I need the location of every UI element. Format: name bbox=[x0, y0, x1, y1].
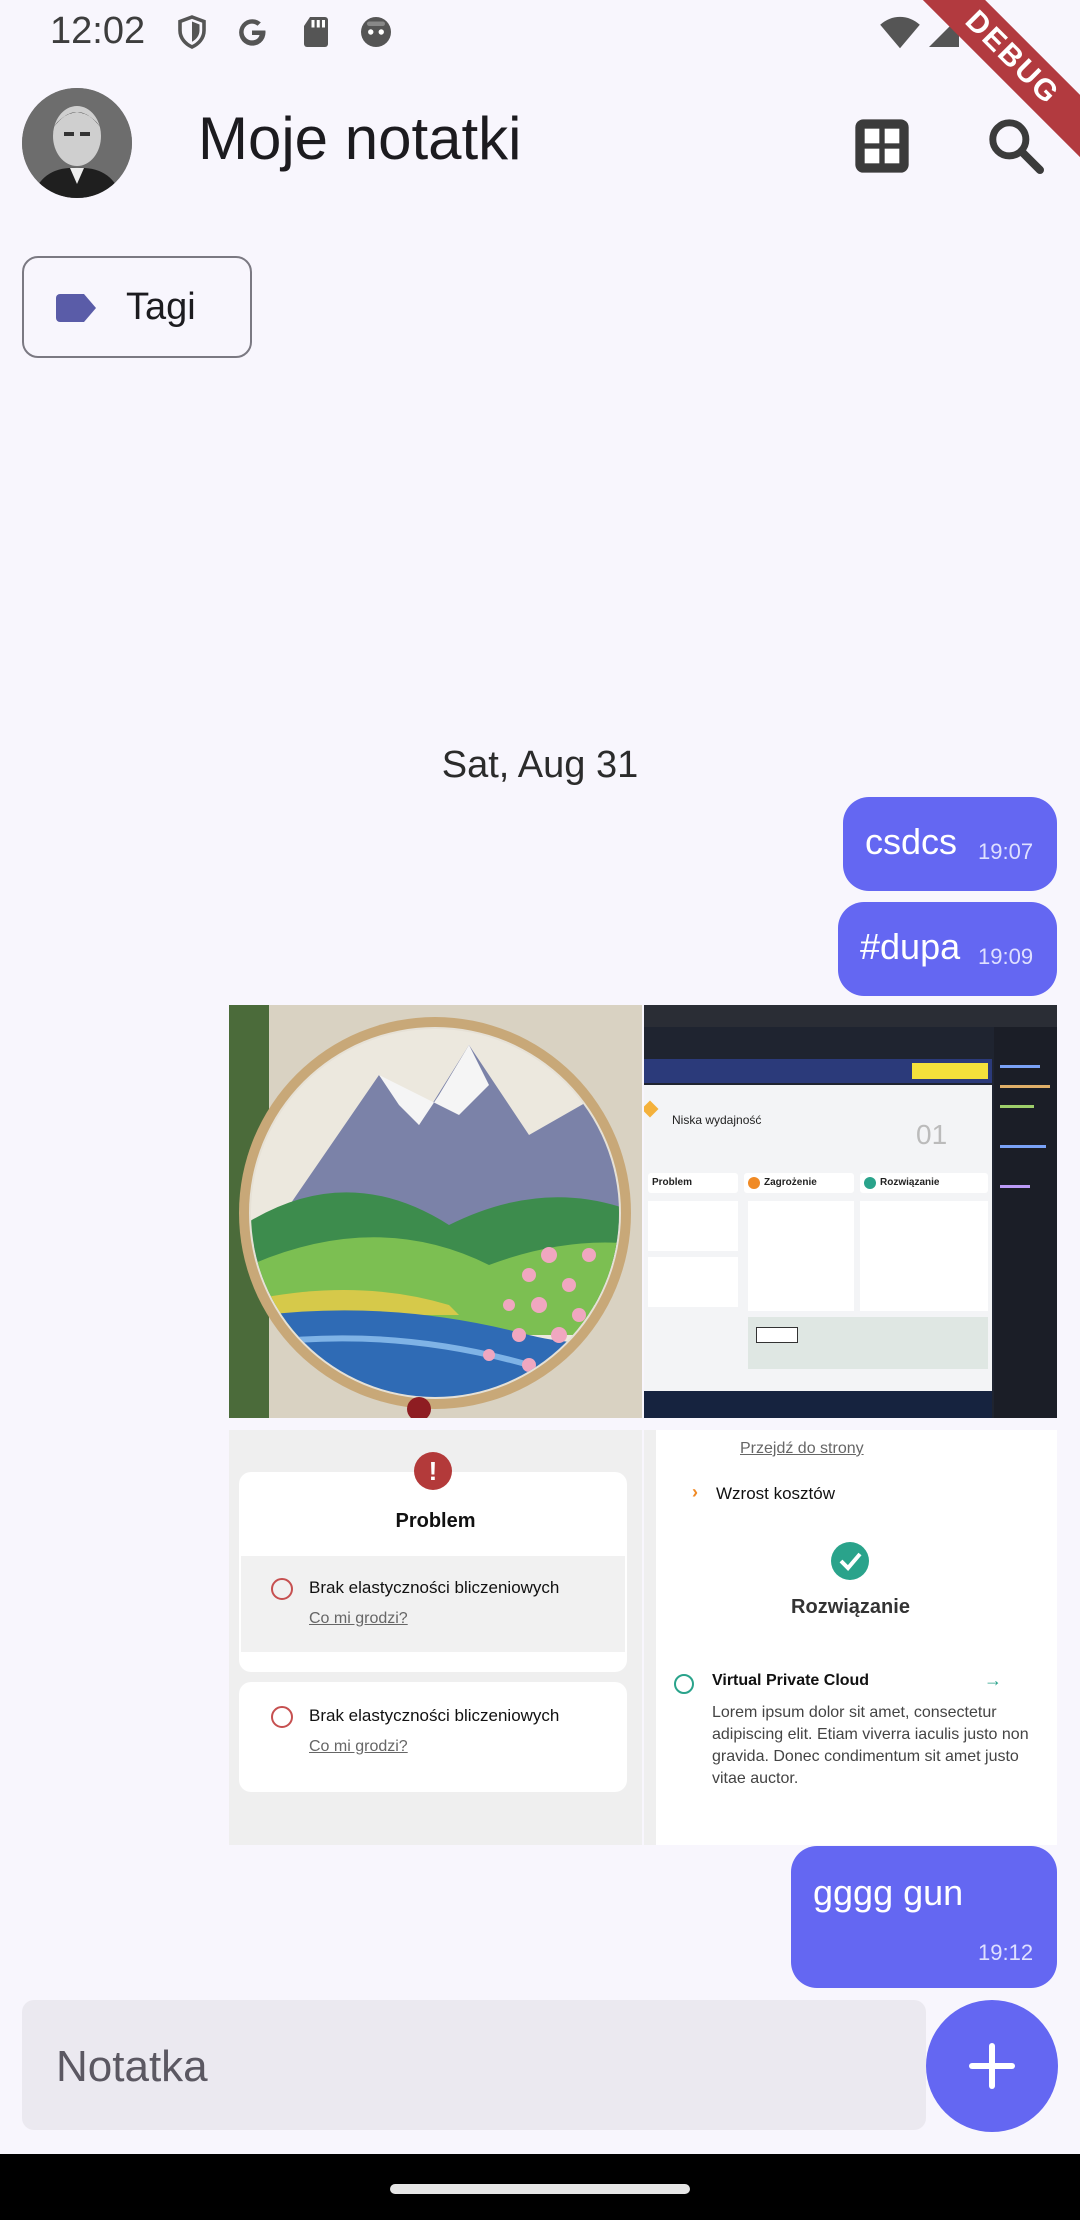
tags-filter-button[interactable]: Tagi bbox=[22, 256, 252, 358]
image-note[interactable]: Niska wydajność 01 Problem Zagrożenie Ro… bbox=[229, 1005, 1057, 1845]
plus-icon bbox=[969, 2043, 1015, 2089]
solution-card-screenshot[interactable]: Przejdź do strony › Wzrost kosztów Rozwi… bbox=[644, 1430, 1057, 1845]
screenshot-col-label: Problem bbox=[652, 1177, 693, 1188]
add-note-button[interactable] bbox=[926, 2000, 1058, 2132]
system-nav-bar bbox=[0, 2154, 1080, 2220]
screenshot-link: Co mi grodzi? bbox=[309, 1738, 408, 1755]
home-gesture-handle[interactable] bbox=[390, 2184, 690, 2194]
screenshot-heading: Niska wydajność bbox=[672, 1113, 762, 1127]
tags-label: Tagi bbox=[126, 286, 196, 328]
note-bubble[interactable]: gggg gun 19:12 bbox=[791, 1846, 1057, 1988]
note-text: #dupa bbox=[860, 926, 961, 967]
note-time: 19:09 bbox=[978, 944, 1034, 969]
alert-icon: ! bbox=[414, 1452, 452, 1490]
grid-view-icon[interactable] bbox=[850, 114, 914, 178]
app-bar: Moje notatki bbox=[0, 70, 1080, 210]
arrow-right-icon: → bbox=[984, 1670, 1002, 1690]
screenshot-link: Przejdź do strony bbox=[740, 1440, 864, 1457]
screenshot-title: Rozwiązanie bbox=[791, 1596, 910, 1618]
screenshot-link: Co mi grodzi? bbox=[309, 1610, 408, 1627]
android-face-icon bbox=[361, 17, 391, 47]
website-screenshot-1[interactable]: Niska wydajność 01 Problem Zagrożenie Ro… bbox=[644, 1005, 1057, 1418]
wifi-icon bbox=[880, 16, 920, 49]
screenshot-subtitle: Virtual Private Cloud bbox=[712, 1672, 870, 1689]
avatar-photo bbox=[22, 88, 132, 198]
note-time: 19:07 bbox=[978, 839, 1034, 864]
note-text: csdcs bbox=[865, 821, 958, 862]
label-icon bbox=[56, 294, 96, 322]
note-input[interactable]: Notatka bbox=[22, 2000, 926, 2130]
screenshot-paragraph: Lorem ipsum dolor sit amet, consectetur … bbox=[712, 1704, 1029, 1787]
google-icon bbox=[239, 19, 266, 46]
screenshot-col-label: Rozwiązanie bbox=[880, 1177, 940, 1188]
screenshot-item: Brak elastyczności bliczeniowych bbox=[309, 1706, 560, 1725]
note-text: gggg gun bbox=[813, 1872, 964, 1913]
sd-card-icon bbox=[304, 17, 328, 47]
note-bubble[interactable]: csdcs 19:07 bbox=[843, 797, 1057, 891]
screenshot-col-label: Zagrożenie bbox=[764, 1177, 817, 1188]
note-bubble[interactable]: #dupa 19:09 bbox=[838, 902, 1057, 996]
note-input-placeholder: Notatka bbox=[56, 2042, 208, 2091]
date-separator: Sat, Aug 31 bbox=[441, 744, 639, 786]
problem-card-screenshot[interactable]: ! Problem Brak elastyczności bliczeniowy… bbox=[229, 1430, 642, 1845]
search-icon[interactable] bbox=[984, 114, 1048, 178]
status-bar: 12:02 DEBUG bbox=[0, 0, 1080, 166]
embroidery-mountain-photo[interactable] bbox=[229, 1005, 642, 1418]
screenshot-number: 01 bbox=[916, 1119, 948, 1150]
screenshot-item: Wzrost kosztów bbox=[716, 1484, 836, 1503]
check-icon bbox=[831, 1542, 869, 1580]
screenshot-title: Problem bbox=[395, 1510, 476, 1532]
note-time: 19:12 bbox=[978, 1940, 1034, 1965]
chevron-right-icon: › bbox=[692, 1482, 698, 1502]
screenshot-item: Brak elastyczności bliczeniowych bbox=[309, 1578, 560, 1597]
status-time: 12:02 bbox=[50, 10, 146, 52]
page-title: Moje notatki bbox=[198, 105, 522, 172]
avatar[interactable] bbox=[22, 88, 132, 198]
shield-icon bbox=[178, 15, 206, 49]
